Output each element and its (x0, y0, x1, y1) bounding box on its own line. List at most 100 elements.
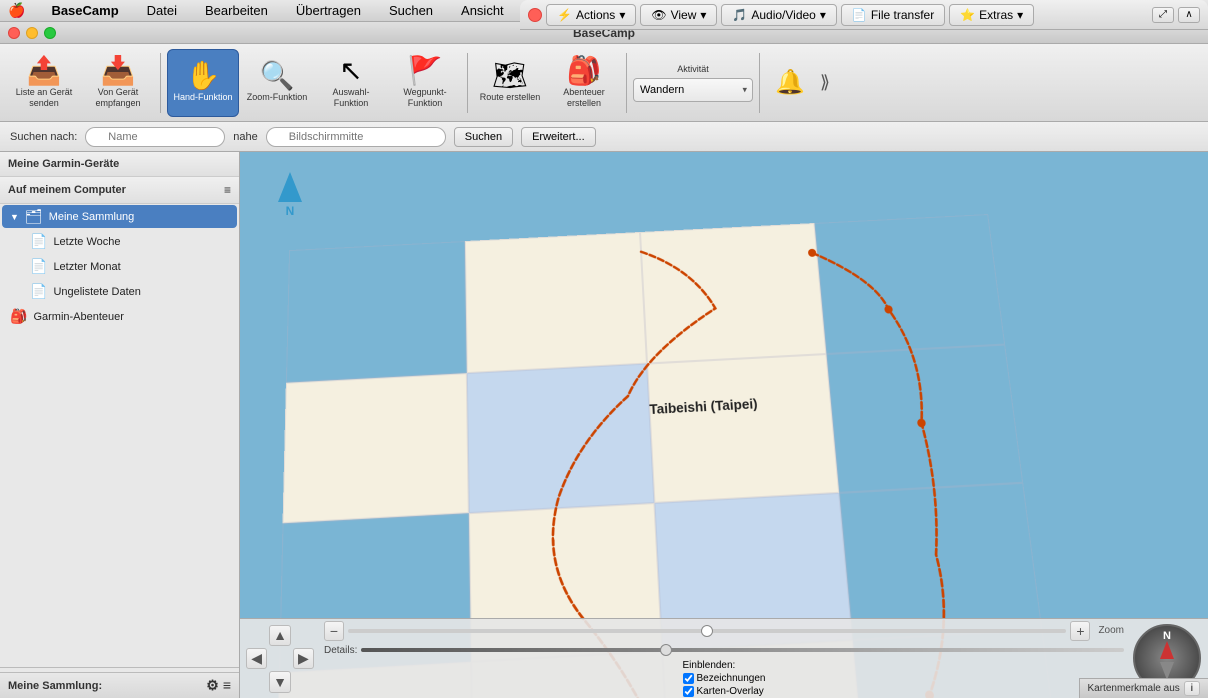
zoom-label: Zoom (1098, 625, 1124, 636)
select-tool-button[interactable]: ↖ Auswahl-Funktion (315, 49, 387, 117)
collection-icon: 🗂 (25, 208, 43, 225)
view-button[interactable]: 👁 View ▾ (640, 4, 717, 26)
lastmonth-icon: 📄 (30, 258, 47, 275)
expand-button[interactable]: ⤢ (1152, 7, 1174, 23)
view-icon: 👁 (651, 8, 666, 22)
nav-center (268, 647, 291, 670)
filetransfer-icon: 📄 (852, 8, 867, 22)
audiovideo-chevron-icon: ▾ (820, 8, 826, 22)
tile-1-2 (647, 354, 839, 503)
view-chevron-icon: ▾ (700, 8, 706, 22)
notification-icon: 🔔 (775, 68, 805, 97)
receive-label: Von Gerät empfangen (87, 87, 149, 109)
waypoint-button[interactable]: 🚩 Wegpunkt-Funktion (389, 49, 461, 117)
details-label: Details: (324, 645, 357, 656)
nav-right-button[interactable]: ▶ (293, 648, 314, 669)
menu-bearbeiten[interactable]: Bearbeiten (199, 2, 274, 19)
app-window: BaseCamp 📤 Liste an Gerät senden 📥 Von G… (0, 22, 1208, 698)
details-row: Details: (324, 645, 1124, 656)
details-slider[interactable] (361, 648, 1124, 652)
adventure-create-button[interactable]: 🎒 Abenteuer erstellen (548, 49, 620, 117)
maximize-traffic-light[interactable] (44, 27, 56, 39)
activity-select-wrapper[interactable]: Wandern Radfahren Laufen Auto ▾ (633, 78, 753, 102)
computer-section: Auf meinem Computer ≡ (0, 177, 239, 204)
nav-left-button[interactable]: ◀ (246, 648, 267, 669)
devices-section: Meine Garmin-Geräte (0, 152, 239, 177)
nav-up-button[interactable]: ▲ (269, 625, 290, 646)
receive-button[interactable]: 📥 Von Gerät empfangen (82, 49, 154, 117)
einblenden-section: Einblenden: Bezeichnungen Karten-Overlay (683, 660, 766, 697)
name-search-wrapper: 🔍 (85, 127, 225, 147)
bezeichnungen-checkbox[interactable] (683, 673, 694, 684)
list-icon[interactable]: ≡ (223, 677, 231, 694)
zoom-tool-button[interactable]: 🔍 Zoom-Funktion (241, 49, 313, 117)
map-area[interactable]: N (240, 152, 1208, 698)
close-traffic-light[interactable] (8, 27, 20, 39)
send-list-label: Liste an Gerät senden (13, 87, 75, 109)
filetransfer-button[interactable]: 📄 File transfer (841, 4, 945, 26)
menu-basecamp[interactable]: BaseCamp (45, 2, 124, 19)
nav-down-button[interactable]: ▼ (269, 671, 290, 692)
apple-logo-icon[interactable]: 🍎 (8, 2, 25, 19)
status-label: Kartenmerkmale aus (1088, 683, 1180, 694)
tile-1-3 (826, 345, 1023, 493)
extras-icon: ⭐ (960, 8, 975, 22)
send-list-button[interactable]: 📤 Liste an Gerät senden (8, 49, 80, 117)
sidebar-item-lastweek[interactable]: 📄 Letzte Woche (2, 230, 237, 253)
zoom-in-button[interactable]: + (1070, 621, 1090, 641)
menu-uebertragen[interactable]: Übertragen (290, 2, 367, 19)
unlisted-label: Ungelistete Daten (53, 286, 140, 298)
expand-triangle-icon: ▼ (10, 212, 19, 222)
minimize-traffic-light[interactable] (26, 27, 38, 39)
name-search-input[interactable] (85, 127, 225, 147)
settings-icon[interactable]: ⚙ (206, 677, 219, 694)
notification-button[interactable]: 🔔 (766, 59, 814, 107)
tile-0-0 (286, 241, 467, 383)
menu-ansicht[interactable]: Ansicht (455, 2, 510, 19)
traffic-lights (8, 27, 56, 39)
hand-tool-button[interactable]: ✋ Hand-Funktion (167, 49, 239, 117)
details-thumb[interactable] (660, 644, 672, 656)
bezeichnungen-row: Bezeichnungen (683, 673, 766, 684)
zoom-thumb[interactable] (701, 625, 713, 637)
sidebar-item-lastmonth[interactable]: 📄 Letzter Monat (2, 255, 237, 278)
audiovideo-label: Audio/Video (751, 8, 816, 22)
adventure-label: Garmin-Abenteuer (33, 311, 124, 323)
zoom-slider[interactable] (348, 629, 1066, 633)
collapse-button[interactable]: ∧ (1178, 7, 1200, 23)
route-create-button[interactable]: 🗺 Route erstellen (474, 49, 546, 117)
advanced-search-button[interactable]: Erweitert... (521, 127, 596, 147)
close-button[interactable]: × (528, 8, 542, 22)
kartenoverlay-label: Karten-Overlay (697, 686, 764, 697)
actions-button[interactable]: ⚡ Actions ▾ (546, 4, 636, 26)
activity-selector: Aktivität Wandern Radfahren Laufen Auto … (633, 64, 753, 102)
location-search-wrapper: 🔍 (266, 127, 446, 147)
hand-tool-label: Hand-Funktion (173, 92, 232, 103)
expand-arrows-button[interactable]: ⟫ (820, 72, 830, 93)
actions-icon: ⚡ (557, 8, 572, 22)
audiovideo-button[interactable]: 🎵 Audio/Video ▾ (721, 4, 836, 26)
sidebar-item-adventure[interactable]: 🎒 Garmin-Abenteuer (2, 305, 237, 328)
sidebar-item-unlisted[interactable]: 📄 Ungelistete Daten (2, 280, 237, 303)
send-list-icon: 📤 (27, 57, 62, 85)
sidebar-item-collection[interactable]: ▼ 🗂 Meine Sammlung (2, 205, 237, 228)
select-tool-icon: ↖ (339, 57, 362, 85)
adventure-icon: 🎒 (10, 308, 27, 325)
tile-1-0 (283, 373, 469, 523)
menu-suchen[interactable]: Suchen (383, 2, 439, 19)
sidebar: Meine Garmin-Geräte Auf meinem Computer … (0, 152, 240, 698)
kartenoverlay-checkbox[interactable] (683, 686, 694, 697)
activity-select[interactable]: Wandern Radfahren Laufen Auto (633, 78, 753, 102)
search-by-label: Suchen nach: (10, 131, 77, 143)
menu-datei[interactable]: Datei (141, 2, 183, 19)
einblenden-label: Einblenden: (683, 660, 766, 671)
map-controls: ▲ ◀ ▶ ▼ − + (240, 618, 1208, 698)
search-button[interactable]: Suchen (454, 127, 513, 147)
extras-button[interactable]: ⭐ Extras ▾ (949, 4, 1034, 26)
computer-menu-icon[interactable]: ≡ (224, 183, 231, 197)
zoom-out-button[interactable]: − (324, 621, 344, 641)
status-info-button[interactable]: i (1184, 681, 1200, 696)
location-search-input[interactable] (266, 127, 446, 147)
lastweek-icon: 📄 (30, 233, 47, 250)
receive-icon: 📥 (101, 57, 136, 85)
